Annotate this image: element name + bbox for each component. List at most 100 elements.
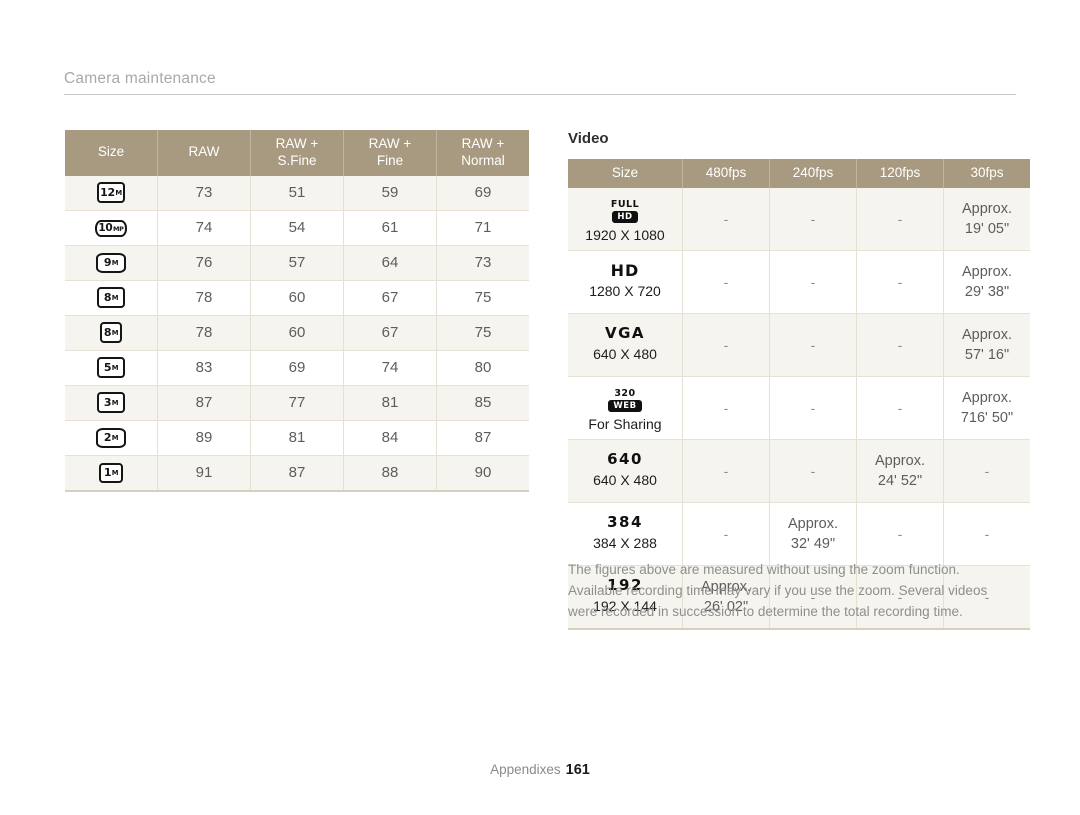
video-dimensions: 1920 X 1080 [585,226,665,243]
video-size-cell: 640 640 X 480 [568,439,683,503]
approx-label: Approx. [875,452,925,469]
table-row: 10 MP 74 54 61 71 [65,210,529,246]
res-8m-alt-icon: 8M [100,322,122,344]
table-row: 5 M 83 69 74 80 [65,350,529,386]
video-480fps-cell: - [682,439,770,503]
video-240fps-cell: - [769,187,857,251]
web-320-icon: 320 WEB [608,388,642,412]
photo-raw-normal-value: 69 [436,175,529,211]
recording-time: 32' 49" [790,535,836,552]
recording-time: 19' 05" [964,220,1010,237]
table-row: HD 1280 X 720- - - Approx. 29' 38" [568,250,1030,314]
photo-col-raw: RAW [157,130,251,176]
video-30fps-cell: Approx. 29' 38" [943,250,1030,314]
video-heading: Video [568,130,609,147]
video-120fps-cell: - [856,187,944,251]
video-logo-chip: HD [612,211,638,223]
photo-col-raw-normal-line2: Normal [461,152,505,168]
photo-raw-value: 74 [157,210,251,246]
photo-size-cell: 8M [65,315,158,351]
page-header: Camera maintenance [64,70,1016,95]
photo-size-cell: 12 M [65,175,158,211]
photo-col-raw-fine-line2: Fine [376,152,404,168]
photo-size-cell: 10 MP [65,210,158,246]
res-badge-number: 3 [103,396,112,410]
photo-raw-fine-value: 61 [343,210,437,246]
photo-raw-sfine-value: 87 [250,455,344,492]
photo-raw-normal-value: 80 [436,350,529,386]
res-badge-unit: M [111,363,119,372]
photo-raw-normal-value: 75 [436,280,529,316]
res-badge-number: 2 [103,431,112,445]
photo-raw-value: 73 [157,175,251,211]
photo-raw-normal-value: 85 [436,385,529,421]
photo-raw-value: 78 [157,315,251,351]
vga-icon: VGA [604,324,646,343]
video-dimensions: 640 X 480 [593,471,657,488]
photo-col-raw-normal-line1: RAW + [461,136,505,151]
photo-raw-value: 91 [157,455,251,492]
video-logo-top: FULL [610,199,640,211]
photo-capacity-table-container: Size RAW RAW + S.Fine RAW + Fine RAW + N… [65,130,529,492]
res-8m-icon: 8M [97,287,125,309]
table-row: 1 M 91 87 88 90 [65,455,529,492]
photo-capacity-table: Size RAW RAW + S.Fine RAW + Fine RAW + N… [65,130,529,492]
video-size-cell: 384 384 X 288 [568,502,683,566]
photo-raw-normal-value: 71 [436,210,529,246]
photo-raw-fine-value: 67 [343,315,437,351]
photo-raw-sfine-value: 69 [250,350,344,386]
res-2m-icon: 2M [96,427,126,448]
video-480fps-cell: - [682,187,770,251]
video-dimensions: 640 X 480 [593,345,657,362]
video-table-header-row: Size 480fps 240fps 120fps 30fps [568,159,1030,188]
video-240fps-cell: - [769,313,857,377]
video-120fps-cell: Approx. 24' 52" [856,439,944,503]
res-12m-icon: 12 M [97,182,125,204]
res-badge-number: 9 [103,256,112,270]
res-badge-unit: M [115,188,122,197]
table-row: 8 M 78 60 67 75 [65,315,529,351]
photo-size-cell: 1M [65,455,158,492]
photo-size-cell: 9M [65,245,158,281]
photo-raw-value: 83 [157,350,251,386]
footer-label: Appendixes [490,762,561,777]
video-240fps-cell: - [769,439,857,503]
photo-col-raw-normal: RAW + Normal [436,130,529,176]
recording-time: 24' 52" [877,472,923,489]
approx-label: Approx. [962,200,1012,217]
res-384-icon: 384 [607,513,643,532]
res-badge-unit: MP [112,224,124,233]
photo-col-raw-sfine: RAW + S.Fine [250,130,344,176]
photo-raw-sfine-value: 54 [250,210,344,246]
table-row: 384 384 X 288- Approx. 32' 49" - - [568,502,1030,566]
photo-raw-fine-value: 64 [343,245,437,281]
res-5m-icon: 5M [97,357,125,379]
photo-size-cell: 5M [65,350,158,386]
video-dimensions: For Sharing [588,415,662,432]
video-240fps-cell: Approx. 32' 49" [769,502,857,566]
video-480fps-cell: - [682,250,770,314]
approx-label: Approx. [962,389,1012,406]
video-col-120fps: 120fps [856,159,944,188]
res-10mp-icon: 10 MP [95,220,127,238]
photo-raw-sfine-value: 60 [250,280,344,316]
table-row: 640 640 X 480- - Approx. 24' 52" - [568,439,1030,503]
table-row: 12 M 73 51 59 69 [65,175,529,211]
video-240fps-cell: - [769,376,857,440]
res-640-icon: 640 [607,450,643,469]
recording-time: 57' 16" [964,346,1010,363]
res-badge-unit: M [111,293,119,302]
photo-raw-value: 89 [157,420,251,456]
video-30fps-cell: - [943,502,1030,566]
video-120fps-cell: - [856,502,944,566]
res-badge-number: 12 [100,186,115,200]
photo-raw-fine-value: 74 [343,350,437,386]
res-badge-unit: M [111,468,119,477]
photo-raw-value: 87 [157,385,251,421]
photo-raw-sfine-value: 51 [250,175,344,211]
photo-col-raw-fine-line1: RAW + [368,136,412,151]
photo-raw-sfine-value: 60 [250,315,344,351]
approx-label: Approx. [962,263,1012,280]
video-dimensions: 384 X 288 [593,534,657,551]
video-logo-top: 320 [614,388,636,400]
